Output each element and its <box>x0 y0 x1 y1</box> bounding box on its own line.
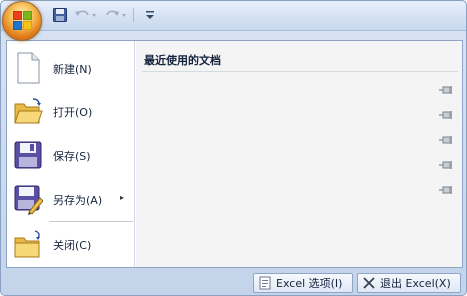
quick-access-toolbar <box>1 1 466 31</box>
open-folder-icon <box>14 98 43 124</box>
save-icon <box>53 8 67 22</box>
submenu-arrow-icon: ▸ <box>120 193 125 202</box>
undo-icon <box>75 10 96 17</box>
save-as-icon <box>14 185 43 215</box>
recent-documents-title: 最近使用的文档 <box>144 54 221 67</box>
qat-save-button[interactable] <box>51 7 69 23</box>
menu-bottom-bar: Excel 选项(I) 退出 Excel(X) <box>1 269 466 295</box>
close-folder-icon <box>14 230 40 258</box>
excel-options-button[interactable]: Excel 选项(I) <box>253 273 353 293</box>
menu-commands-pane: 新建(N) 打开(O) 保存(S) 另存为(A) ▸ 关闭(C) <box>7 41 135 267</box>
qat-undo-button[interactable] <box>73 7 99 23</box>
excel-window: 新建(N) 打开(O) 保存(S) 另存为(A) ▸ 关闭(C) 最近使用的文档… <box>0 0 467 296</box>
menu-item-close-label: 关闭(C) <box>53 239 92 252</box>
excel-options-label: Excel 选项(I) <box>276 277 343 290</box>
pin-icon[interactable] <box>439 135 453 145</box>
pin-icon[interactable] <box>439 185 453 195</box>
pin-icon[interactable] <box>439 160 453 170</box>
qat-redo-button[interactable] <box>103 7 129 23</box>
menu-item-close[interactable]: 关闭(C) <box>7 224 134 264</box>
redo-icon <box>106 10 126 17</box>
menu-item-new-label: 新建(N) <box>53 63 92 76</box>
recent-divider <box>142 71 458 72</box>
options-icon <box>259 276 271 290</box>
menu-item-save-as[interactable]: 另存为(A) ▸ <box>7 179 134 219</box>
recent-documents-pane: 最近使用的文档 <box>136 41 462 267</box>
menu-divider <box>49 221 133 222</box>
customize-dropdown-icon <box>146 11 154 19</box>
office-menu: 新建(N) 打开(O) 保存(S) 另存为(A) ▸ 关闭(C) 最近使用的文档 <box>6 40 463 268</box>
new-document-icon <box>17 52 40 84</box>
menu-item-open-label: 打开(O) <box>53 106 93 119</box>
menu-item-save[interactable]: 保存(S) <box>7 135 134 175</box>
exit-x-icon <box>363 277 375 289</box>
qat-customize-button[interactable] <box>143 7 157 23</box>
exit-excel-button[interactable]: 退出 Excel(X) <box>357 273 461 293</box>
office-logo-icon <box>13 11 33 31</box>
pin-icon[interactable] <box>439 110 453 120</box>
menu-item-new[interactable]: 新建(N) <box>7 48 134 88</box>
office-button[interactable] <box>2 1 42 41</box>
menu-item-save-label: 保存(S) <box>53 150 91 163</box>
exit-excel-label: 退出 Excel(X) <box>380 277 451 290</box>
menu-item-save-as-label: 另存为(A) <box>53 194 103 207</box>
menu-item-open[interactable]: 打开(O) <box>7 91 134 131</box>
pin-icon[interactable] <box>439 85 453 95</box>
qat-separator <box>133 8 134 22</box>
save-disk-icon <box>14 141 42 169</box>
